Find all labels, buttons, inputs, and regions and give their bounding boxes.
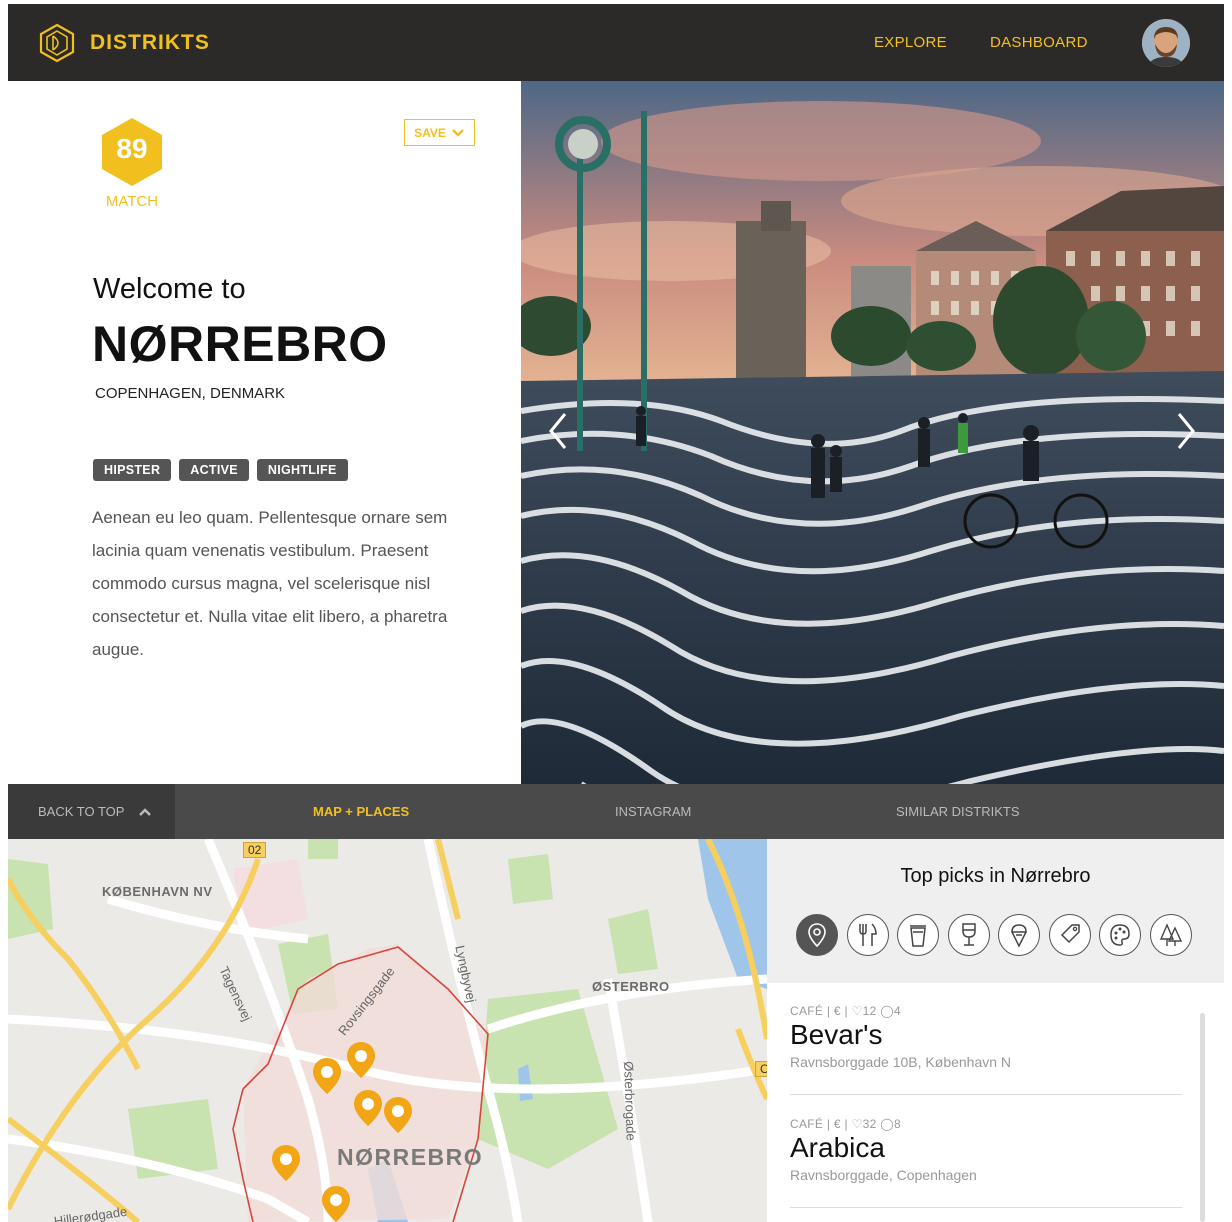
match-score: 89 [116, 133, 148, 164]
divider [790, 1207, 1182, 1208]
district-intro-panel: 89 MATCH SAVE Welcome to NØRREBRO COPENH… [8, 81, 521, 784]
tag-list: HIPSTER ACTIVE NIGHTLIFE [93, 459, 348, 481]
welcome-heading: Welcome to [93, 273, 246, 305]
place-meta: CAFÉ | € | ♡32 ◯8 [790, 1117, 901, 1131]
chevron-down-icon [452, 128, 464, 137]
place-category: CAFÉ [790, 1117, 824, 1131]
top-picks-title: Top picks in Nørrebro [900, 865, 1091, 887]
carousel-prev-arrow-icon[interactable] [543, 406, 573, 456]
map-pin-icon[interactable] [321, 1185, 351, 1222]
match-label: MATCH [105, 193, 159, 210]
tag-hipster[interactable]: HIPSTER [93, 459, 172, 481]
back-to-top-button[interactable]: BACK TO TOP [8, 784, 175, 839]
place-address: Ravnsborggade 10B, København N [790, 1054, 1012, 1070]
category-sweets[interactable] [998, 914, 1040, 956]
place-comments: 8 [893, 1117, 901, 1131]
user-photo-icon [1142, 19, 1190, 67]
top-nav-bar: DISTRIKTS EXPLORE DASHBOARD [8, 4, 1224, 81]
map-pin-icon[interactable] [353, 1089, 383, 1127]
coffee-cup-icon [910, 925, 926, 947]
district-photo [521, 81, 1224, 784]
district-description: Aenean eu leo quam. Pellentesque ornare … [92, 508, 448, 659]
superkilen-photo-illustration [521, 81, 1224, 784]
app-frame: DISTRIKTS EXPLORE DASHBOARD 89 MATCH SAV… [8, 4, 1224, 1222]
logo-text: DISTRIKTS [90, 31, 210, 54]
heart-icon: ♡ [851, 1117, 863, 1131]
map-district-label: NØRREBRO [337, 1144, 484, 1170]
place-address: Ravnsborggade, Copenhagen [790, 1167, 977, 1183]
fork-knife-icon [858, 923, 877, 946]
district-map[interactable]: KØBENHAVN NV ØSTERBRO NØRREBRO 02 O Tage… [8, 839, 767, 1222]
place-likes: 12 [862, 1004, 877, 1018]
place-name: Arabica [790, 1132, 885, 1163]
map-area-label: KØBENHAVN NV [102, 884, 213, 899]
tab-similar-distrikts[interactable]: SIMILAR DISTRIKTS [896, 804, 1020, 819]
district-title: NØRREBRO [92, 316, 388, 372]
ice-cream-icon [1011, 924, 1027, 948]
comment-icon: ◯ [880, 1004, 894, 1018]
list-item[interactable]: CAFÉ | € | ♡32 ◯8 Arabica Ravnsborggade,… [790, 1117, 1182, 1183]
place-likes: 32 [862, 1117, 877, 1131]
list-item[interactable]: CAFÉ | € | ♡12 ◯4 Bevar's Ravnsborggade … [790, 1004, 1182, 1070]
save-label: SAVE [414, 125, 446, 140]
category-culture[interactable] [1099, 914, 1141, 956]
user-avatar[interactable] [1142, 19, 1190, 67]
map-pin-icon[interactable] [312, 1057, 342, 1095]
place-comments: 4 [893, 1004, 901, 1018]
back-to-top-label: BACK TO TOP [38, 804, 125, 819]
comment-icon: ◯ [880, 1117, 894, 1131]
place-meta: CAFÉ | € | ♡12 ◯4 [790, 1004, 901, 1018]
tag-nightlife[interactable]: NIGHTLIFE [256, 459, 348, 481]
category-food[interactable] [846, 914, 889, 956]
tab-instagram[interactable]: INSTAGRAM [615, 804, 691, 819]
chevron-up-icon [139, 807, 152, 816]
wine-glass-icon [961, 923, 976, 946]
carousel-next-arrow-icon[interactable] [1171, 406, 1201, 456]
tag-icon [1060, 924, 1080, 944]
divider [790, 1094, 1182, 1095]
tab-map-places[interactable]: MAP + PLACES [313, 804, 409, 819]
place-price: € [833, 1004, 841, 1018]
map-pin-icon[interactable] [271, 1144, 301, 1182]
map-pin-icon[interactable] [383, 1096, 413, 1134]
heart-icon: ♡ [851, 1004, 863, 1018]
nav-explore-link[interactable]: EXPLORE [874, 34, 947, 51]
category-location[interactable] [796, 914, 838, 956]
map-area-label: ØSTERBRO [592, 979, 670, 994]
category-drinks[interactable] [947, 914, 990, 956]
category-coffee[interactable] [897, 914, 939, 956]
category-shopping[interactable] [1048, 914, 1091, 956]
place-price: € [833, 1117, 841, 1131]
list-scrollbar[interactable] [1200, 1013, 1205, 1222]
location-pin-icon [808, 923, 826, 948]
category-parks[interactable] [1149, 914, 1192, 956]
section-tabs: BACK TO TOP MAP + PLACES INSTAGRAM SIMIL… [8, 784, 1224, 839]
road-number-badge: 02 [243, 842, 267, 858]
tag-active[interactable]: ACTIVE [179, 459, 249, 481]
top-picks-panel: Top picks in Nørrebro CAFÉ | € | ♡12 ◯4 … [767, 839, 1224, 1222]
hexagon-logo-icon [39, 23, 75, 63]
street-label: Østerbrogade [621, 1061, 639, 1141]
palette-icon [1110, 924, 1130, 946]
road-number-badge: O [755, 1061, 767, 1077]
nav-dashboard-link[interactable]: DASHBOARD [990, 34, 1088, 51]
district-location: COPENHAGEN, DENMARK [95, 385, 286, 402]
place-name: Bevar's [790, 1019, 883, 1050]
save-button[interactable]: SAVE [404, 119, 475, 146]
map-pin-icon[interactable] [346, 1041, 376, 1079]
category-filter-row [796, 914, 1192, 956]
trees-icon [1159, 923, 1182, 946]
place-category: CAFÉ [790, 1004, 824, 1018]
places-list[interactable]: CAFÉ | € | ♡12 ◯4 Bevar's Ravnsborggade … [767, 983, 1224, 1222]
logo[interactable]: DISTRIKTS [38, 23, 210, 63]
